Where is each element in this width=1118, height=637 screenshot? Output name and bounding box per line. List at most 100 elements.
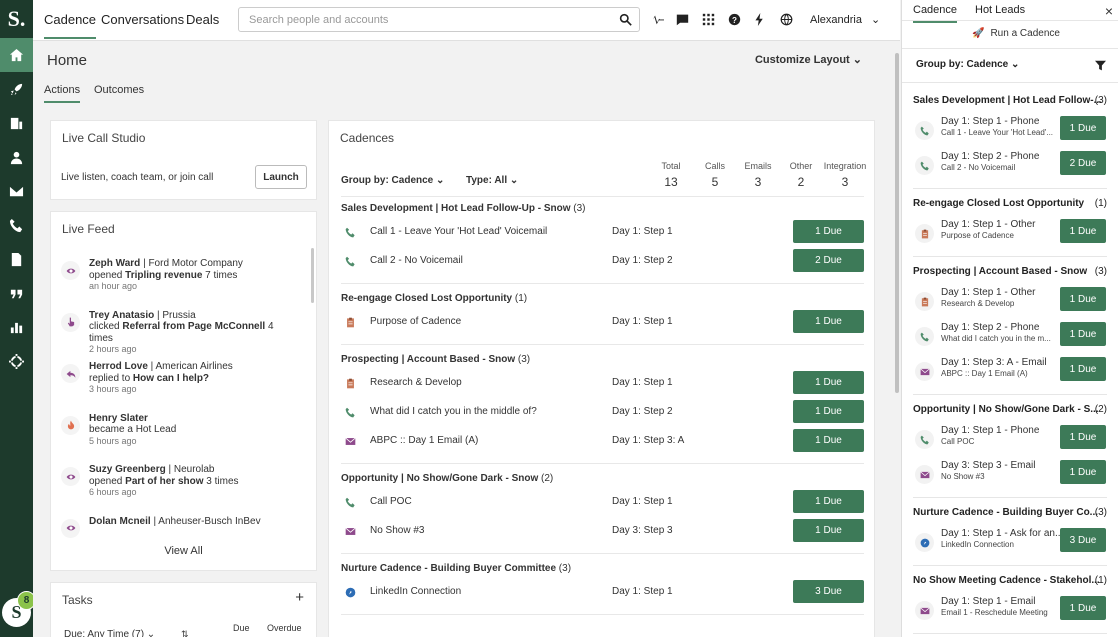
due-button[interactable]: 1 Due — [793, 429, 864, 452]
tab-conversations[interactable]: Conversations — [101, 12, 184, 27]
rpanel-step-item[interactable]: Day 1: Step 1 - Other Purpose of Cadence 1… — [913, 216, 1113, 250]
lightning-icon[interactable] — [753, 13, 766, 26]
rpanel-due-button[interactable]: 1 Due — [1060, 596, 1106, 620]
feed-item[interactable]: Henry Slater became a Hot Lead 5 hours ago — [61, 413, 291, 465]
stat-value[interactable]: 3 — [823, 175, 867, 189]
stat-value[interactable]: 2 — [779, 175, 823, 189]
tab-cadence[interactable]: Cadence — [44, 12, 97, 39]
feed-person[interactable]: Trey Anatasio — [89, 310, 154, 321]
subtab-actions[interactable]: Actions — [44, 84, 81, 103]
rpanel-due-button[interactable]: 1 Due — [1060, 116, 1106, 140]
building-icon[interactable] — [0, 106, 33, 140]
cadence-group-title[interactable]: Opportunity | No Show/Gone Dark - Snow (… — [341, 473, 553, 484]
person-icon[interactable] — [0, 140, 33, 174]
feed-person[interactable]: Suzy Greenberg — [89, 464, 166, 475]
cadence-group-title[interactable]: Nurture Cadence - Building Buyer Committ… — [341, 563, 571, 574]
globe-icon[interactable] — [780, 13, 793, 26]
view-all-link[interactable]: View All — [51, 545, 316, 557]
quote-icon[interactable] — [0, 276, 33, 310]
cadence-step-row[interactable]: Call 1 - Leave Your 'Hot Lead' Voicemail… — [341, 219, 864, 245]
rtab-hot-leads[interactable]: Hot Leads — [975, 4, 1025, 16]
apps-grid-icon[interactable] — [702, 13, 715, 26]
rpanel-group-title[interactable]: Prospecting | Account Based - Snow (3) — [913, 266, 1113, 277]
rpanel-step-item[interactable]: Day 1: Step 1 - Email Email 1 - Reschedul… — [913, 593, 1113, 627]
launch-button[interactable]: Launch — [255, 165, 307, 189]
cadence-group-title[interactable]: Re-engage Closed Lost Opportunity (1) — [341, 293, 527, 304]
due-button[interactable]: 1 Due — [793, 371, 864, 394]
app-logo[interactable]: S. — [0, 0, 33, 38]
feed-person[interactable]: Zeph Ward — [89, 258, 140, 269]
cadence-step-row[interactable]: What did I catch you in the middle of? Da… — [341, 399, 864, 425]
crosshair-icon[interactable] — [0, 344, 33, 378]
run-cadence-button[interactable]: 🚀 Run a Cadence — [972, 28, 1060, 39]
document-icon[interactable] — [0, 242, 33, 276]
feed-item[interactable]: Suzy Greenberg | Neurolab opened Part of … — [61, 464, 291, 516]
search-icon[interactable] — [619, 13, 632, 26]
due-button[interactable]: 1 Due — [793, 220, 864, 243]
filter-icon[interactable] — [1095, 60, 1106, 71]
help-icon[interactable]: ? — [728, 13, 741, 26]
close-icon[interactable]: × — [1105, 3, 1113, 19]
rpanel-step-item[interactable]: Day 3: Step 3 - Email No Show #3 1 Due — [913, 457, 1113, 491]
feed-object[interactable]: Referral from Page McConnell — [122, 321, 265, 332]
chart-icon[interactable] — [0, 310, 33, 344]
phone-icon[interactable] — [0, 208, 33, 242]
rpanel-step-item[interactable]: Day 1: Step 1 - Ask for an... LinkedIn Co… — [913, 525, 1113, 559]
rpanel-step-item[interactable]: Day 1: Step 1 - Phone Call POC 1 Due — [913, 422, 1113, 456]
type-dropdown[interactable]: Type: All ⌄ — [466, 175, 518, 186]
stat-value[interactable]: 3 — [736, 175, 780, 189]
rpanel-step-item[interactable]: Day 1: Step 1 - Other Research & Develop 1… — [913, 284, 1113, 318]
due-button[interactable]: 3 Due — [793, 580, 864, 603]
due-button[interactable]: 1 Due — [793, 490, 864, 513]
due-button[interactable]: 1 Due — [793, 519, 864, 542]
group-by-dropdown[interactable]: Group by: Cadence ⌄ — [341, 175, 444, 186]
rpanel-group-by-dropdown[interactable]: Group by: Cadence ⌄ — [916, 59, 1019, 70]
activity-icon[interactable] — [651, 13, 664, 26]
sort-icon[interactable]: ⇅ — [181, 629, 189, 637]
chat-icon[interactable] — [676, 13, 689, 26]
cadence-step-row[interactable]: Call 2 - No Voicemail Day 1: Step 2 2 Due — [341, 248, 864, 274]
feed-item[interactable]: Dolan Mcneil | Anheuser-Busch InBev — [61, 516, 291, 568]
feed-object[interactable]: How can I help? — [133, 373, 209, 384]
search-input[interactable]: Search people and accounts — [238, 7, 640, 32]
cadence-step-row[interactable]: Call POC Day 1: Step 1 1 Due — [341, 489, 864, 515]
user-menu[interactable]: Alexandria ⌄ — [810, 13, 880, 26]
feed-item[interactable]: Trey Anatasio | Prussia clicked Referral … — [61, 310, 291, 362]
due-filter-dropdown[interactable]: Due: Any Time (7) ⌄ — [64, 629, 155, 637]
feed-item[interactable]: Zeph Ward | Ford Motor Company opened Tri… — [61, 258, 291, 310]
cadence-step-row[interactable]: Research & Develop Day 1: Step 1 1 Due — [341, 370, 864, 396]
due-button[interactable]: 2 Due — [793, 249, 864, 272]
rpanel-step-item[interactable]: Day 1: Step 1 - Phone Call 1 - Leave Your… — [913, 113, 1113, 147]
feed-item[interactable]: Herrod Love | American Airlines replied t… — [61, 361, 291, 413]
add-task-button[interactable]: + — [295, 589, 304, 606]
feed-scrollbar[interactable] — [311, 248, 314, 303]
cadence-step-row[interactable]: LinkedIn Connection Day 1: Step 1 3 Due — [341, 579, 864, 605]
cadence-step-row[interactable]: ABPC :: Day 1 Email (A) Day 1: Step 3: A 1… — [341, 428, 864, 454]
main-scrollbar[interactable] — [895, 53, 899, 393]
rpanel-step-item[interactable]: Day 1: Step 3: A - Email ABPC :: Day 1 Em… — [913, 354, 1113, 388]
rpanel-due-button[interactable]: 2 Due — [1060, 151, 1106, 175]
feed-person[interactable]: Dolan Mcneil — [89, 516, 151, 527]
rpanel-due-button[interactable]: 1 Due — [1060, 425, 1106, 449]
rpanel-due-button[interactable]: 1 Due — [1060, 460, 1106, 484]
cadence-step-row[interactable]: No Show #3 Day 3: Step 3 1 Due — [341, 518, 864, 544]
rpanel-due-button[interactable]: 1 Due — [1060, 287, 1106, 311]
rpanel-group-title[interactable]: Sales Development | Hot Lead Follow-...(… — [913, 95, 1113, 106]
rpanel-group-title[interactable]: No Show Meeting Cadence - Stakehol... (1) — [913, 575, 1113, 586]
rpanel-due-button[interactable]: 1 Due — [1060, 322, 1106, 346]
customize-layout-button[interactable]: Customize Layout ⌄ — [755, 53, 862, 66]
rpanel-step-item[interactable]: Day 1: Step 2 - Phone What did I catch yo… — [913, 319, 1113, 353]
feed-person[interactable]: Henry Slater — [89, 413, 148, 424]
home-icon[interactable] — [0, 38, 33, 72]
cadence-step-row[interactable]: Purpose of Cadence Day 1: Step 1 1 Due — [341, 309, 864, 335]
cadence-group-title[interactable]: Prospecting | Account Based - Snow (3) — [341, 354, 530, 365]
feed-object[interactable]: Part of her show — [125, 476, 203, 487]
feed-person[interactable]: Herrod Love — [89, 361, 148, 372]
cadence-group-title[interactable]: Sales Development | Hot Lead Follow-Up -… — [341, 203, 586, 214]
mail-icon[interactable] — [0, 174, 33, 208]
rpanel-due-button[interactable]: 1 Due — [1060, 219, 1106, 243]
feed-object[interactable]: Tripling revenue — [125, 270, 202, 281]
rpanel-due-button[interactable]: 1 Due — [1060, 357, 1106, 381]
rpanel-group-title[interactable]: Opportunity | No Show/Gone Dark - S... (2… — [913, 404, 1113, 415]
rpanel-group-title[interactable]: Re-engage Closed Lost Opportunity (1) — [913, 198, 1113, 209]
